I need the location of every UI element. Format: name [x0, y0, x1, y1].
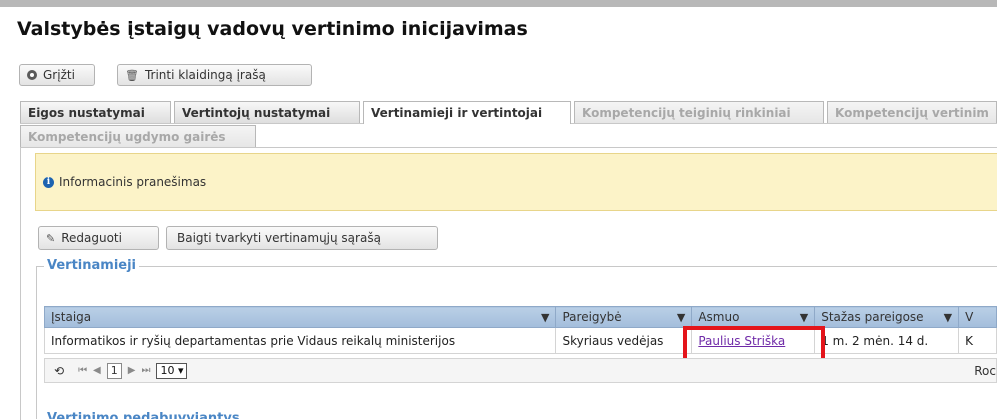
fieldset-border-left [36, 266, 37, 419]
cell-stazas: 1 m. 2 mėn. 14 d. [814, 327, 960, 354]
column-header-asmuo[interactable]: Asmuo ▼ [691, 306, 816, 328]
back-label: Grįžti [43, 68, 75, 82]
tab-kompetenciju-teiginiu-rinkiniai[interactable]: Kompetencijų teiginių rinkiniai [574, 101, 824, 123]
filter-icon[interactable]: ▼ [944, 311, 952, 324]
column-header-istaiga[interactable]: Įstaiga ▼ [43, 306, 557, 328]
tab-kompetenciju-ugdymo-gaires[interactable]: Kompetencijų ugdymo gairės [20, 125, 256, 147]
filter-icon[interactable]: ▼ [677, 311, 685, 324]
filter-icon[interactable]: ▼ [800, 311, 808, 324]
column-header-v[interactable]: V [958, 306, 997, 328]
column-label: Įstaiga [51, 310, 92, 324]
next-last-page-icons[interactable]: ▶⏭ [128, 365, 157, 376]
info-message: i Informacinis pranešimas [35, 153, 997, 211]
column-label: Stažas pareigose [821, 310, 924, 324]
assessees-table: Įstaiga ▼ Pareigybė ▼ Asmuo ▼ Stažas pareig… [43, 306, 997, 354]
tab-label: Vertintojų nustatymai [182, 105, 331, 120]
page-title: Valstybės įstaigų vadovų vertinimo inici… [17, 18, 528, 40]
fieldset-border [36, 266, 997, 267]
table-header-row: Įstaiga ▼ Pareigybė ▼ Asmuo ▼ Stažas pareig… [43, 306, 997, 328]
delete-record-button[interactable]: 🗑 Trinti klaidingą įrašą [117, 64, 312, 86]
tab-label: Vertinamieji ir vertintojai [371, 106, 543, 120]
tab-label: Kompetencijų teiginių rinkiniai [582, 105, 791, 120]
tab-label: Kompetencijų ugdymo gairės [28, 129, 226, 144]
pencil-icon: ✎ [46, 231, 56, 245]
table-row[interactable]: Informatikos ir ryšių departamentas prie… [43, 327, 997, 354]
page-number-input[interactable]: 1 [106, 362, 122, 379]
finish-list-button[interactable]: Baigti tvarkyti vertinamųjų sąrašą [166, 226, 438, 250]
info-icon: i [43, 176, 54, 188]
tab-label: Kompetencijų vertinim [835, 105, 989, 120]
back-icon [27, 70, 37, 80]
delete-label: Trinti klaidingą įrašą [144, 68, 266, 82]
first-prev-page-icons[interactable]: ⏮◀ [78, 365, 107, 376]
pager: ⟲ ⏮◀ 1 ▶⏭ 10 ▾ Roc [44, 358, 997, 383]
column-header-pareigybe[interactable]: Pareigybė ▼ [555, 306, 693, 328]
cell-v: K [958, 327, 997, 354]
cell-istaiga: Informatikos ir ryšių departamentas prie… [43, 327, 557, 354]
trash-icon: 🗑 [125, 68, 139, 82]
next-section-title: Vertinimo pedabuvviantys [44, 409, 243, 419]
finish-label: Baigti tvarkyti vertinamųjų sąrašą [177, 231, 381, 245]
tab-eigos-nustatymai[interactable]: Eigos nustatymai [20, 101, 171, 123]
records-info: Roc [974, 364, 996, 378]
tab-label: Eigos nustatymai [28, 105, 145, 120]
tab-vertinamieji-ir-vertintojai[interactable]: Vertinamieji ir vertintojai [363, 101, 571, 124]
filter-icon[interactable]: ▼ [541, 311, 549, 324]
tab-vertintoju-nustatymai[interactable]: Vertintojų nustatymai [174, 101, 360, 123]
cell-pareigybe: Skyriaus vedėjas [555, 327, 693, 354]
column-header-stazas[interactable]: Stažas pareigose ▼ [814, 306, 960, 328]
section-title: Vertinamieji [44, 258, 140, 273]
refresh-icon[interactable]: ⟲ [54, 364, 64, 378]
edit-label: Redaguoti [61, 231, 122, 245]
page-size-select[interactable]: 10 ▾ [156, 362, 188, 379]
info-text: Informacinis pranešimas [59, 175, 207, 189]
column-label: Asmuo [698, 310, 740, 324]
tab-kompetenciju-vertinimas[interactable]: Kompetencijų vertinim [827, 101, 997, 123]
back-button[interactable]: Grįžti [19, 64, 95, 86]
top-stripe [0, 0, 997, 7]
column-label: V [965, 310, 974, 324]
column-label: Pareigybė [562, 310, 622, 324]
edit-button[interactable]: ✎ Redaguoti [38, 226, 159, 250]
